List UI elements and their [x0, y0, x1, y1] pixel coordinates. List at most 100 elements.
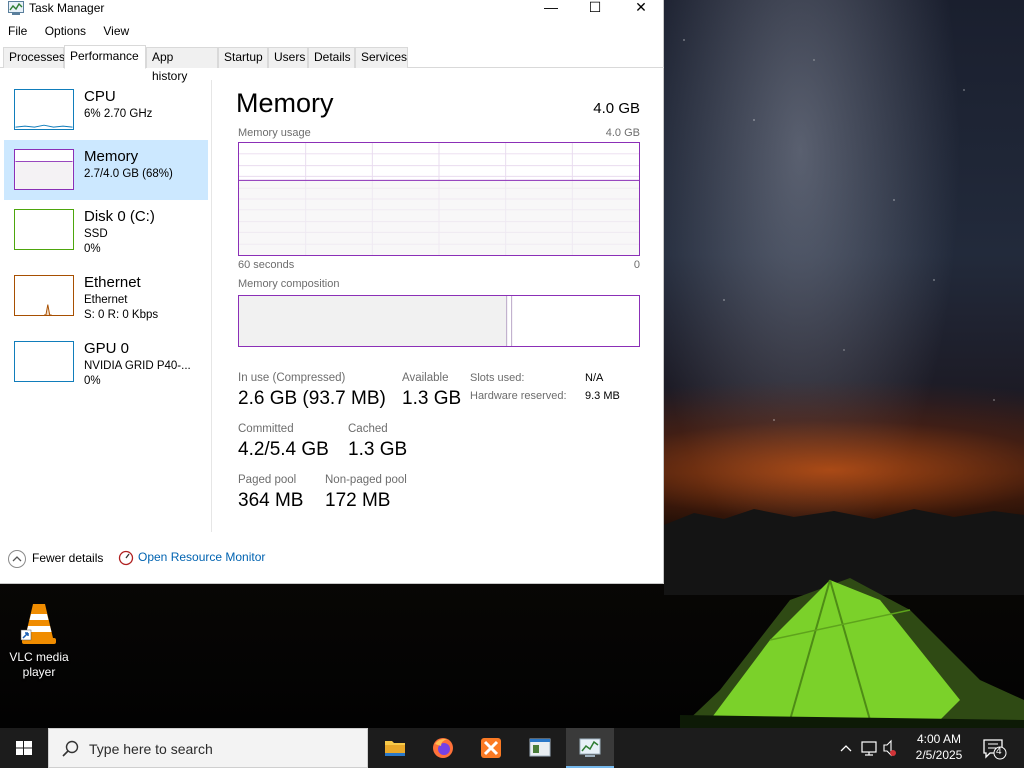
memory-thumbnail [14, 149, 74, 190]
resource-monitor-icon [118, 550, 134, 566]
menu-file[interactable]: File [8, 24, 27, 38]
menu-options[interactable]: Options [45, 24, 86, 38]
total-memory: 4.0 GB [593, 100, 640, 117]
stat-in-use-value: 2.6 GB (93.7 MB) [238, 388, 386, 409]
taskbar-search-box[interactable]: Type here to search [48, 728, 368, 768]
tab-services[interactable]: Services [355, 47, 408, 68]
sidebar-item-label: CPU [84, 88, 116, 105]
stat-paged-pool-value: 364 MB [238, 490, 304, 511]
start-button[interactable] [0, 728, 48, 768]
slots-used-label: Slots used: [470, 372, 525, 384]
stat-in-use-label: In use (Compressed) [238, 372, 346, 384]
sidebar-item-memory[interactable]: Memory 2.7/4.0 GB (68%) [4, 140, 208, 200]
memory-composition-label: Memory composition [238, 278, 340, 290]
taskbar-file-explorer[interactable] [371, 728, 419, 768]
tab-app-history[interactable]: App history [146, 47, 218, 83]
fewer-details-button[interactable]: Fewer details [8, 550, 103, 568]
stat-cached: Cached 1.3 GB [348, 423, 407, 461]
stat-available-value: 1.3 GB [402, 388, 462, 409]
sidebar-item-cpu[interactable]: CPU 6% 2.70 GHz [4, 80, 208, 140]
fewer-details-label: Fewer details [32, 551, 104, 566]
system-tray [836, 728, 896, 768]
network-icon [861, 741, 877, 756]
folder-icon [385, 741, 405, 756]
volume-muted-icon [883, 739, 896, 757]
tab-processes[interactable]: Processes [3, 47, 65, 68]
gpu-thumbnail [14, 341, 74, 382]
sidebar-item-detail-2: S: 0 R: 0 Kbps [84, 309, 159, 321]
windows-logo-icon [16, 741, 32, 755]
sidebar-item-detail: 6% 2.70 GHz [84, 108, 153, 120]
stat-non-paged-pool-label: Non-paged pool [325, 474, 407, 486]
memory-usage-max: 4.0 GB [605, 127, 640, 139]
sidebar-item-gpu[interactable]: GPU 0 NVIDIA GRID P40-... 0% [4, 332, 208, 392]
taskbar-app-window[interactable] [516, 728, 564, 768]
maximize-button[interactable]: ☐ [572, 0, 618, 16]
open-resource-monitor-link[interactable]: Open Resource Monitor [118, 550, 265, 566]
sidebar-item-disk[interactable]: Disk 0 (C:) SSD 0% [4, 200, 208, 260]
window-title: Task Manager [29, 1, 105, 15]
stat-non-paged-pool-value: 172 MB [325, 490, 391, 511]
stat-cached-value: 1.3 GB [348, 439, 408, 460]
menu-bar: File Options View [0, 18, 663, 40]
stat-available-label: Available [402, 372, 449, 384]
sidebar-item-label: GPU 0 [84, 340, 130, 357]
memory-usage-label: Memory usage [238, 127, 311, 139]
taskbar-xampp[interactable] [467, 728, 515, 768]
sidebar-item-detail-2: 0% [84, 375, 101, 387]
slots-used-value: N/A [585, 372, 604, 384]
sidebar-item-detail-2: 0% [84, 243, 101, 255]
tab-startup[interactable]: Startup [218, 47, 268, 68]
vlc-icon [19, 598, 59, 646]
stat-cached-label: Cached [348, 423, 388, 435]
notification-center-button[interactable]: 4 [980, 728, 1010, 768]
stat-committed: Committed 4.2/5.4 GB [238, 423, 329, 461]
task-manager-icon [8, 1, 24, 15]
performance-sidebar: CPU 6% 2.70 GHz Memory 2.7/4.0 GB (68%) … [0, 80, 212, 532]
taskbar-firefox[interactable] [419, 728, 467, 768]
resource-monitor-label: Open Resource Monitor [138, 550, 266, 565]
wallpaper-stars [664, 0, 1024, 520]
chevron-up-icon [8, 550, 26, 568]
hardware-reserved-label: Hardware reserved: [470, 390, 567, 402]
close-button[interactable]: ✕ [618, 0, 664, 16]
sidebar-item-label: Ethernet [84, 274, 141, 291]
stat-paged-pool: Paged pool 364 MB [238, 474, 303, 512]
app-window-icon [529, 738, 551, 757]
window-footer: Fewer details Open Resource Monitor [0, 544, 664, 576]
clock-date: 2/5/2025 [915, 748, 963, 762]
sidebar-item-ethernet[interactable]: Ethernet Ethernet S: 0 R: 0 Kbps [4, 266, 208, 326]
tab-details[interactable]: Details [308, 47, 355, 68]
stat-available: Available 1.3 GB [402, 372, 461, 410]
memory-usage-chart [238, 142, 640, 256]
stat-committed-label: Committed [238, 423, 294, 435]
search-placeholder: Type here to search [89, 741, 213, 757]
sidebar-item-detail: 2.7/4.0 GB (68%) [84, 168, 173, 180]
sidebar-item-detail: NVIDIA GRID P40-... [84, 360, 191, 372]
wallpaper-tent [680, 578, 1024, 728]
stat-paged-pool-label: Paged pool [238, 474, 297, 486]
desktop-icon-vlc[interactable]: VLC media player [4, 598, 74, 680]
time-now-label: 0 [633, 259, 640, 271]
time-span-label: 60 seconds [238, 259, 295, 271]
disk-thumbnail [14, 209, 74, 250]
minimize-button[interactable]: — [528, 0, 574, 16]
stat-in-use: In use (Compressed) 2.6 GB (93.7 MB) [238, 372, 386, 410]
cpu-thumbnail [14, 89, 74, 130]
firefox-icon [433, 738, 453, 758]
menu-view[interactable]: View [103, 24, 129, 38]
sidebar-item-detail: SSD [84, 228, 108, 240]
sidebar-item-label: Memory [84, 148, 139, 165]
taskbar-task-manager[interactable] [566, 728, 614, 768]
taskbar-clock[interactable]: 4:00 AM 2/5/2025 [900, 731, 978, 763]
task-manager-icon [579, 738, 601, 757]
title-bar[interactable]: Task Manager — ☐ ✕ [0, 0, 663, 18]
chevron-up-icon [840, 745, 852, 752]
search-icon [62, 740, 79, 757]
tab-users[interactable]: Users [268, 47, 308, 68]
tab-performance[interactable]: Performance [64, 45, 146, 69]
task-manager-window: Task Manager — ☐ ✕ File Options View Pro… [0, 0, 664, 584]
sidebar-item-detail: Ethernet [84, 294, 128, 306]
panel-heading: Memory [236, 88, 334, 118]
notification-count: 4 [996, 746, 1002, 757]
